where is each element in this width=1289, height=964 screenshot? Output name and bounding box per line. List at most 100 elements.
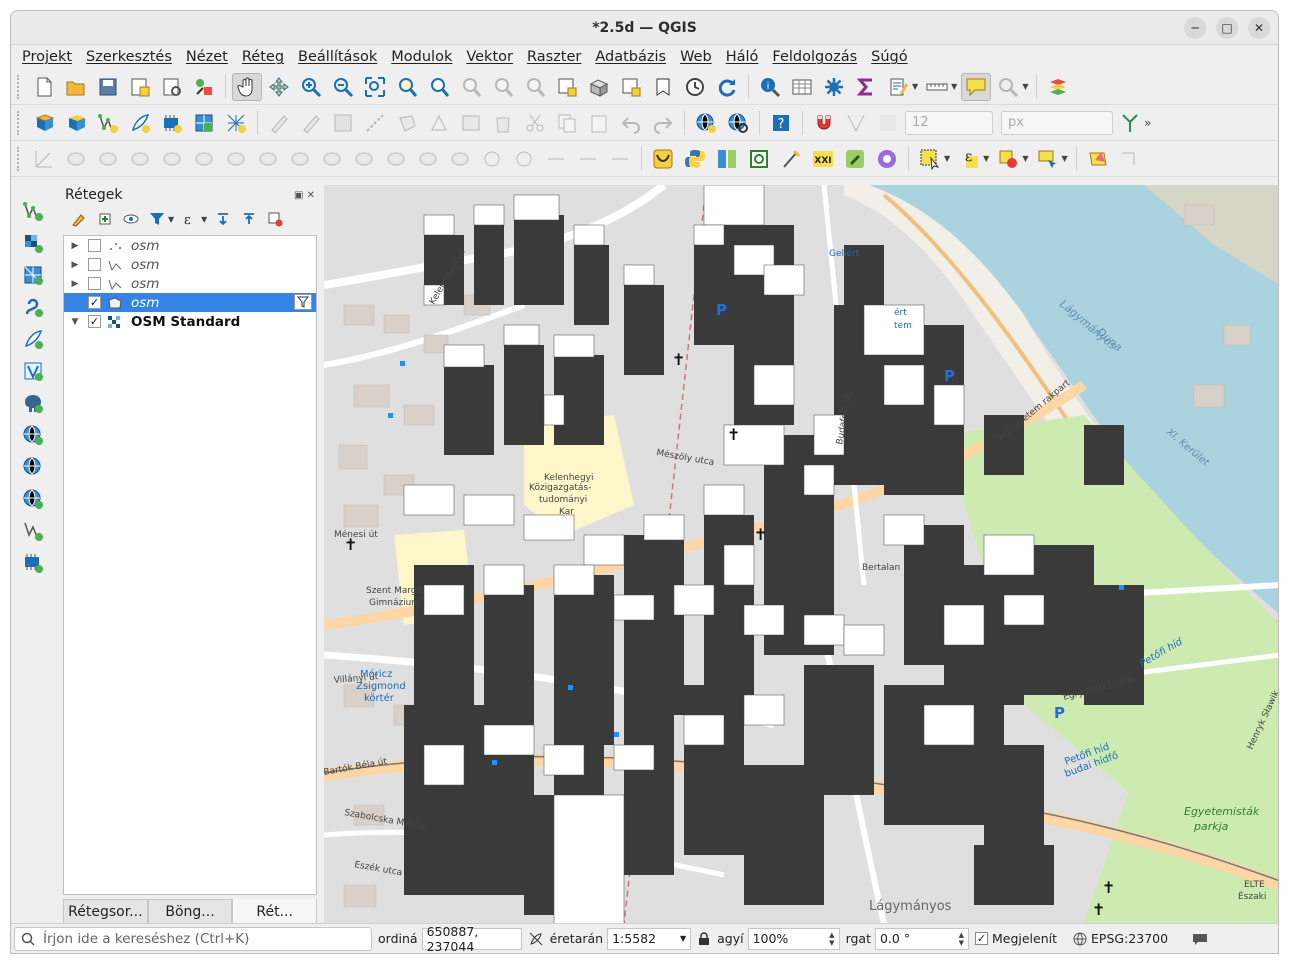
layer-styling-icon[interactable] — [1043, 73, 1073, 101]
new-3d-view-icon[interactable] — [584, 73, 614, 101]
spin-arrows-icon[interactable]: ▲ ▼ — [829, 931, 834, 947]
menu-reteg[interactable]: Réteg — [235, 49, 291, 65]
pan-to-selection-icon[interactable] — [264, 73, 294, 101]
layout-manager-icon[interactable] — [157, 73, 187, 101]
temporal-controller-icon[interactable] — [680, 73, 710, 101]
add-mesh-layer-icon[interactable] — [17, 261, 49, 289]
menu-sugo[interactable]: Súgó — [864, 49, 914, 65]
panel-float-close-icons[interactable]: ▣ ✕ — [294, 190, 315, 201]
add-mesh-layer-icon[interactable] — [221, 109, 251, 137]
remove-layer-icon[interactable] — [263, 208, 287, 230]
new-map-view-icon[interactable] — [552, 73, 582, 101]
menu-raszter[interactable]: Raszter — [520, 49, 588, 65]
new-geopackage-layer-icon[interactable] — [61, 109, 91, 137]
expand-arrow-icon[interactable]: ▶ — [68, 279, 82, 289]
layer-item[interactable]: ▶ osm — [64, 255, 316, 274]
filter-by-expression-icon[interactable]: ε — [178, 208, 202, 230]
layer-visibility-checkbox[interactable] — [88, 239, 101, 252]
toggle-extents-icon[interactable] — [528, 931, 544, 947]
tab-browser[interactable]: Böng... — [147, 899, 233, 925]
measure-tool-icon[interactable] — [776, 145, 806, 173]
open-attribute-table-icon[interactable] — [787, 73, 817, 101]
layer-visibility-checkbox[interactable]: ✓ — [88, 296, 101, 309]
menu-projekt[interactable]: Projekt — [15, 49, 79, 65]
tracing-icon[interactable] — [1115, 109, 1145, 137]
zoom-full-icon[interactable] — [360, 73, 390, 101]
plugin-manager-icon[interactable] — [840, 145, 870, 173]
menu-nezet[interactable]: Nézet — [179, 49, 235, 65]
menu-vektor[interactable]: Vektor — [459, 49, 520, 65]
save-project-icon[interactable] — [93, 73, 123, 101]
filter-icon[interactable] — [294, 294, 312, 310]
add-wms-layer-icon[interactable] — [17, 421, 49, 449]
crs-globe-icon[interactable] — [1073, 932, 1087, 946]
menu-beallitasok[interactable]: Beállítások — [291, 49, 384, 65]
add-vector-layer-icon[interactable] — [17, 197, 49, 225]
expand-arrow-icon[interactable]: ▶ — [68, 241, 82, 251]
new-bookmark-icon[interactable] — [616, 73, 646, 101]
manage-visibility-icon[interactable] — [119, 208, 143, 230]
help-icon[interactable]: ? — [766, 109, 796, 137]
pan-tool-icon[interactable] — [232, 72, 262, 101]
toolbar-handle[interactable] — [17, 146, 23, 171]
zoom-to-layer-icon[interactable] — [424, 73, 454, 101]
identify-features-icon[interactable]: i — [755, 73, 785, 101]
show-bookmarks-icon[interactable] — [648, 73, 678, 101]
select-location-icon[interactable] — [1032, 145, 1062, 173]
geometry-checker-icon[interactable] — [1083, 145, 1113, 173]
close-button[interactable]: ✕ — [1248, 17, 1270, 39]
zoom-out-icon[interactable] — [328, 73, 358, 101]
data-source-manager-icon[interactable] — [29, 109, 59, 137]
add-delimited-text-icon[interactable] — [17, 293, 49, 321]
add-spatialite-layer-icon[interactable] — [17, 325, 49, 353]
map-swipe-icon[interactable] — [712, 145, 742, 173]
layer-visibility-checkbox[interactable] — [88, 258, 101, 271]
expand-arrow-icon[interactable]: ▶ — [68, 260, 82, 270]
add-vector-layer-icon[interactable] — [93, 109, 123, 137]
lock-scale-icon[interactable] — [697, 931, 711, 946]
add-wfs-layer-icon[interactable] — [723, 109, 753, 137]
toolbar-handle[interactable] — [17, 74, 23, 99]
qgis2threejs-icon[interactable] — [648, 145, 678, 173]
menu-feldolgozas[interactable]: Feldolgozás — [765, 49, 864, 65]
menu-halo[interactable]: Háló — [719, 49, 766, 65]
menu-web[interactable]: Web — [673, 49, 719, 65]
maximize-button[interactable]: □ — [1216, 17, 1238, 39]
tab-layer-order[interactable]: Rétegsor... — [63, 899, 148, 925]
coordinate-field[interactable]: 650887, 237044 — [421, 924, 522, 953]
add-group-icon[interactable] — [93, 208, 117, 230]
add-wcs-layer-icon[interactable] — [17, 453, 49, 481]
style-manager-icon[interactable] — [189, 73, 219, 101]
layer-item-selected[interactable]: ✓ osm — [64, 293, 316, 312]
menu-adatbazis[interactable]: Adatbázis — [588, 49, 673, 65]
settings-plugin-icon[interactable] — [872, 145, 902, 173]
label-font-size-input[interactable]: 12 — [905, 110, 993, 135]
statistical-summary-icon[interactable] — [851, 73, 881, 101]
add-raster-layer-icon[interactable] — [17, 229, 49, 257]
measure-line-icon[interactable] — [922, 73, 952, 101]
expand-all-icon[interactable] — [211, 208, 235, 230]
select-by-expression-icon[interactable]: ε — [954, 145, 984, 173]
add-arcgis-layer-icon[interactable] — [17, 549, 49, 577]
label-unit-select[interactable]: px — [1001, 110, 1113, 135]
xyz-tiles-icon[interactable]: XXI — [808, 145, 838, 173]
show-tips-icon[interactable] — [883, 73, 913, 101]
open-project-icon[interactable] — [61, 73, 91, 101]
add-wms-layer-icon[interactable] — [691, 109, 721, 137]
minimize-button[interactable]: ─ — [1184, 17, 1206, 39]
menu-szerkesztes[interactable]: Szerkesztés — [79, 49, 179, 65]
add-postgis-layer-icon[interactable] — [17, 389, 49, 417]
menu-modulok[interactable]: Modulok — [384, 49, 459, 65]
layer-item[interactable]: ▶ osm — [64, 236, 316, 255]
messages-icon[interactable] — [1192, 932, 1208, 946]
tab-layers[interactable]: Rét... — [232, 899, 318, 925]
locator-search-input[interactable]: Írjon ide a kereséshez (Ctrl+K) — [14, 926, 372, 951]
processing-toolbox-icon[interactable] — [819, 73, 849, 101]
add-virtual-layer-icon[interactable] — [17, 357, 49, 385]
layer-item[interactable]: ▶ osm — [64, 274, 316, 293]
add-raster-layer-icon[interactable] — [189, 109, 219, 137]
spin-arrows-icon[interactable]: ▲ ▼ — [959, 931, 964, 947]
add-vector-tile-layer-icon[interactable] — [17, 517, 49, 545]
layer-visibility-checkbox[interactable]: ✓ — [88, 315, 101, 328]
refresh-icon[interactable] — [712, 73, 742, 101]
